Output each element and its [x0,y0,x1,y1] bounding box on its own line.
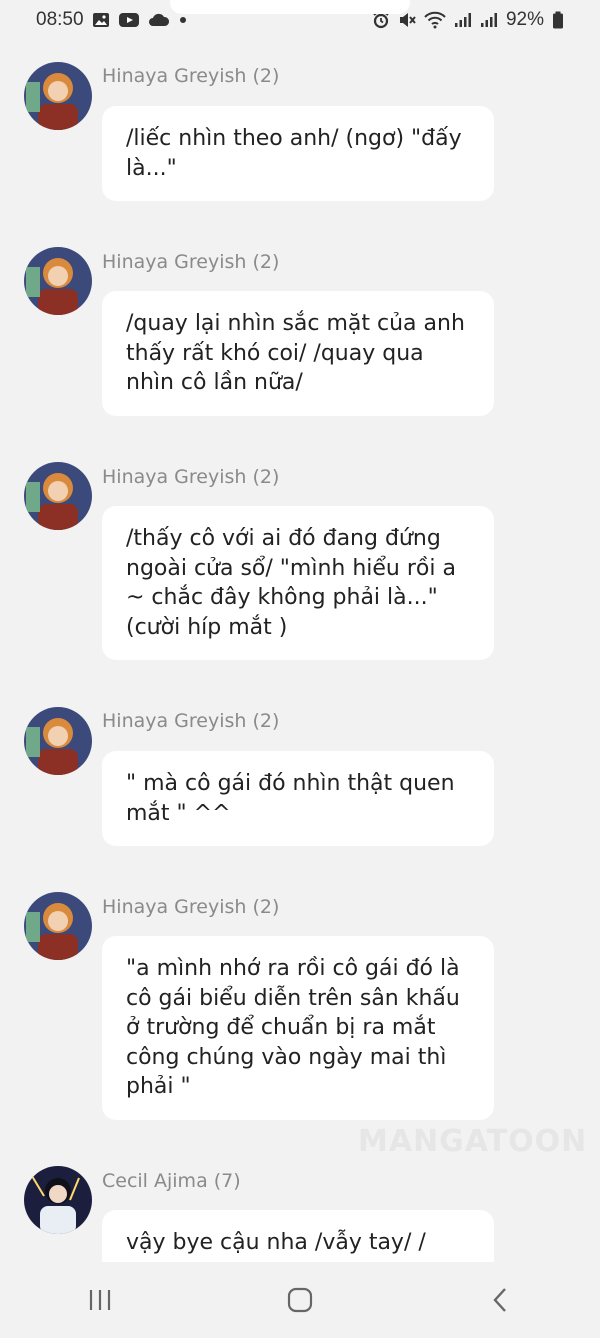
hinaya-avatar[interactable] [24,892,92,960]
cecil-avatar[interactable] [24,1166,92,1234]
hinaya-avatar[interactable] [24,462,92,530]
message-bubble[interactable]: vậy bye cậu nha /vẫy tay/ / [102,1210,494,1262]
home-button[interactable] [270,1270,330,1330]
home-icon [287,1287,313,1313]
message-bubble[interactable]: " mà cô gái đó nhìn thật quen mắt " ^^ [102,751,494,846]
message-author[interactable]: Hinaya Greyish (2) [102,251,279,273]
mangatoon-watermark: MANGATOON [358,1124,588,1159]
message-author[interactable]: Hinaya Greyish (2) [102,896,279,918]
back-icon [493,1288,506,1312]
message-bubble[interactable]: "a mình nhớ ra rồi cô gái đó là cô gái b… [102,936,494,1120]
message-author[interactable]: Hinaya Greyish (2) [102,65,279,87]
message-author[interactable]: Hinaya Greyish (2) [102,710,279,732]
previous-message-bubble-edge [170,0,410,14]
message-bubble[interactable]: /quay lại nhìn sắc mặt của anh thấy rất … [102,291,494,416]
message-author[interactable]: Cecil Ajima (7) [102,1170,241,1192]
message-bubble[interactable]: /thấy cô với ai đó đang đứng ngoài cửa s… [102,506,494,660]
message-author[interactable]: Hinaya Greyish (2) [102,466,279,488]
recent-apps-button[interactable] [70,1270,130,1330]
hinaya-avatar[interactable] [24,707,92,775]
hinaya-avatar[interactable] [24,62,92,130]
hinaya-avatar[interactable] [24,247,92,315]
recent-apps-icon [89,1290,111,1310]
message-bubble[interactable]: /liếc nhìn theo anh/ (ngơ) "đấy là..." [102,106,494,201]
back-button[interactable] [470,1270,530,1330]
system-nav-bar [0,1262,600,1338]
chat-message-list[interactable]: Hinaya Greyish (2) /liếc nhìn theo anh/ … [0,0,600,1262]
